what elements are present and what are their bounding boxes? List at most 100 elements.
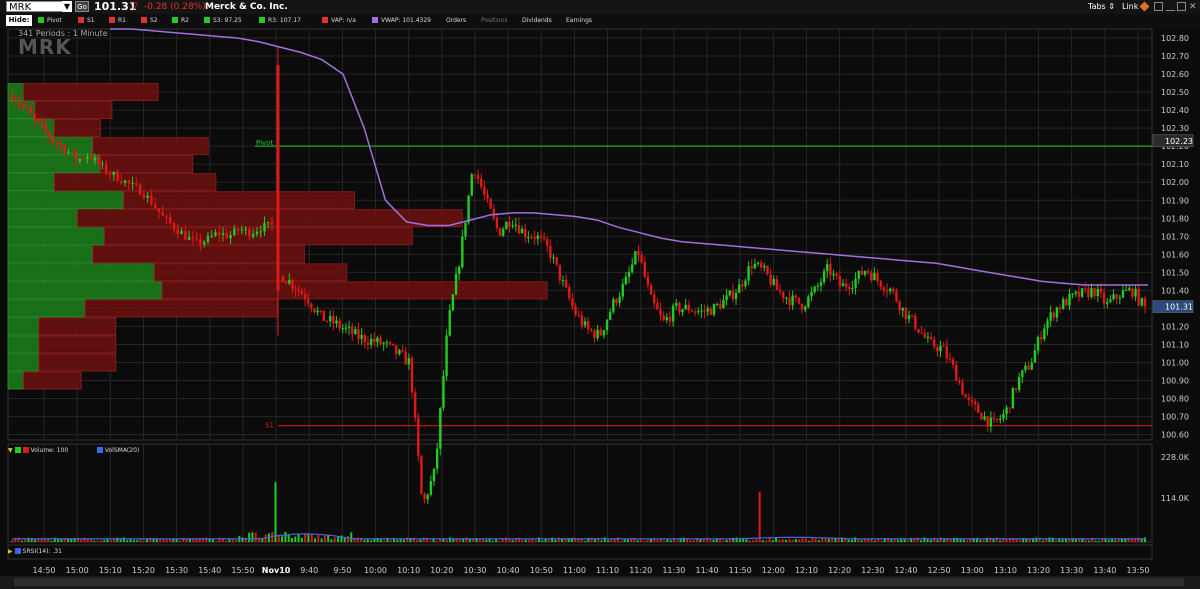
volume-bar	[794, 538, 797, 542]
candle-body	[888, 288, 892, 292]
candle-body	[313, 308, 316, 313]
candle-body	[593, 330, 596, 338]
volume-bar	[327, 534, 330, 542]
volume-bar	[225, 540, 228, 542]
x-tick-label: 12:20	[828, 566, 851, 575]
volume-bar	[1101, 539, 1104, 542]
candle-body	[97, 157, 100, 165]
x-tick-label: 10:50	[530, 566, 553, 575]
candle-body	[161, 212, 164, 216]
vap-bar-up	[7, 137, 94, 156]
volume-bar	[765, 540, 768, 542]
candle-body	[40, 121, 44, 126]
candle-body	[574, 306, 577, 315]
volume-bar	[689, 540, 692, 542]
y-tick-label: 101.90	[1161, 196, 1189, 205]
candle-body	[251, 233, 255, 237]
candle-body	[1065, 299, 1068, 306]
candle-body	[1080, 288, 1084, 297]
srsi-label: SRSI(14): .31	[22, 548, 62, 555]
y-tick-label: 101.40	[1161, 286, 1189, 295]
volume-bar	[24, 539, 27, 542]
price-chart[interactable]: 14:50 15:00 15:10 15:20 15:30 15:40 15:50 Nov10…	[0, 0, 1200, 589]
vap-bar-up	[7, 299, 86, 318]
volume-bar	[34, 539, 37, 542]
candle-body	[214, 232, 217, 236]
x-tick-label: 12:10	[795, 566, 818, 575]
y-tick-label: 100.90	[1161, 377, 1189, 386]
volume-bar	[1018, 540, 1021, 542]
candle-body	[1112, 294, 1115, 300]
candle-body	[442, 375, 445, 408]
scrollbar-thumb[interactable]	[14, 578, 1184, 586]
candle-body	[169, 217, 172, 224]
volume-bar	[1107, 540, 1110, 542]
candle-body	[649, 285, 653, 295]
candle-body	[300, 290, 304, 295]
volume-bar	[310, 534, 313, 542]
candle-body	[483, 186, 486, 195]
candle-body	[920, 332, 923, 334]
volume-bar	[643, 540, 646, 542]
candle-body	[844, 283, 848, 288]
volume-bar	[1084, 539, 1087, 542]
candle-body	[662, 315, 665, 321]
volume-bar	[472, 539, 475, 542]
volume-bar	[1025, 539, 1028, 542]
x-tick-label: 15:50	[231, 566, 254, 575]
candle-body	[583, 321, 587, 326]
x-tick-label: 15:00	[66, 566, 89, 575]
candle-body	[1039, 337, 1043, 340]
candle-body	[338, 320, 341, 329]
vap-bar-up	[7, 281, 163, 300]
volume-bar	[623, 539, 626, 542]
y-tick-label: 100.70	[1161, 413, 1189, 422]
volume-bar	[1041, 540, 1044, 542]
candle-body	[822, 271, 826, 283]
volume-bar	[109, 540, 112, 542]
candle-body	[44, 125, 48, 133]
expand-icon[interactable]: ▶	[8, 548, 13, 555]
candle-body	[25, 106, 29, 109]
candle-body	[536, 235, 540, 239]
volume-bar	[906, 540, 909, 542]
y-tick-label: 102.10	[1161, 160, 1189, 169]
candle-body	[236, 228, 240, 231]
candle-body	[923, 333, 926, 338]
candle-body	[1124, 289, 1128, 291]
x-tick-label: 13:10	[994, 566, 1017, 575]
volume-bar	[455, 539, 458, 542]
volume-bar	[241, 537, 244, 542]
volume-bar	[248, 532, 251, 542]
volume-bar	[136, 540, 139, 542]
candle-body	[131, 183, 134, 185]
volume-bar	[867, 539, 870, 542]
candle-body	[826, 264, 829, 272]
candle-body	[873, 273, 876, 281]
volume-bar	[771, 540, 774, 542]
candle-body	[199, 239, 202, 245]
candle-body	[967, 397, 971, 400]
candle-body	[347, 326, 351, 328]
candle-body	[514, 224, 518, 226]
candle-body	[210, 235, 213, 237]
candle-body	[1014, 388, 1018, 390]
candle-body	[747, 266, 750, 281]
volume-bar	[896, 540, 899, 542]
candle-body	[618, 296, 621, 303]
y-tick-label: 102.00	[1161, 178, 1189, 187]
volume-bar	[564, 539, 567, 542]
candle-body	[590, 329, 593, 331]
legend-swatch	[96, 447, 103, 453]
candle-body	[1046, 320, 1049, 329]
candle-body	[933, 339, 936, 348]
candle-body	[473, 174, 477, 176]
price-tag-label: 102.23	[1165, 137, 1193, 146]
candle-body	[546, 238, 549, 246]
candle-body	[1021, 370, 1024, 378]
candle-body	[1017, 377, 1021, 390]
candle-body	[687, 304, 691, 311]
collapse-icon[interactable]: ▼	[8, 447, 13, 454]
candle-body	[357, 329, 360, 339]
candle-body	[788, 297, 791, 306]
